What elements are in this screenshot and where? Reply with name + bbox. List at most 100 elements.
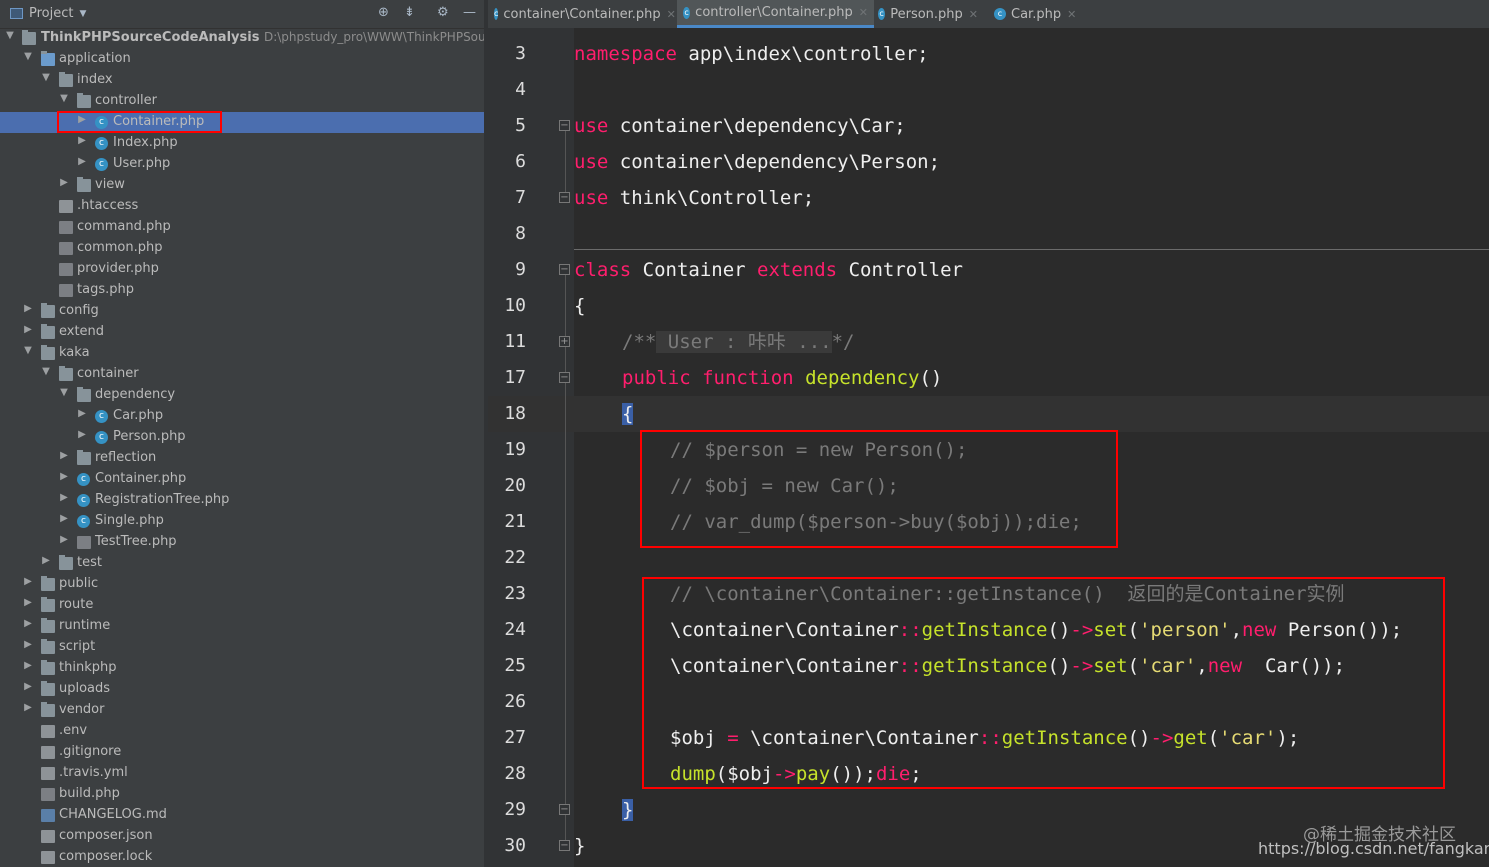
fold-marker-icon[interactable]: −: [559, 372, 570, 383]
tree-item-container[interactable]: ▼ container: [0, 364, 484, 385]
tree-item-controller[interactable]: ▼ controller: [0, 91, 484, 112]
tree-item-uploads[interactable]: ▶ uploads: [0, 679, 484, 700]
tree-item-provider-php[interactable]: provider.php: [0, 259, 484, 280]
tree-item-label: public: [59, 576, 99, 591]
php-class-icon: c: [77, 473, 90, 486]
tree-item-travis-yml[interactable]: .travis.yml: [0, 763, 484, 784]
expand-arrow-icon[interactable]: ▶: [40, 555, 52, 566]
tab-controller-container-php[interactable]: c controller\Container.php ✕: [677, 0, 874, 28]
tree-item-application[interactable]: ▼ application: [0, 49, 484, 70]
expand-arrow-icon[interactable]: ▶: [76, 135, 88, 146]
expand-arrow-icon[interactable]: ▼: [40, 366, 52, 377]
tree-item-htaccess[interactable]: .htaccess: [0, 196, 484, 217]
fold-marker-icon[interactable]: −: [559, 804, 570, 815]
expand-arrow-icon[interactable]: ▼: [40, 72, 52, 83]
tree-item-test[interactable]: ▶ test: [0, 553, 484, 574]
gear-icon[interactable]: ⚙: [437, 5, 449, 20]
expand-arrow-icon[interactable]: ▶: [22, 303, 34, 314]
tree-item-composer-lock[interactable]: composer.lock: [0, 847, 484, 867]
expand-arrow-icon[interactable]: ▼: [58, 93, 70, 104]
tree-item-tags-php[interactable]: tags.php: [0, 280, 484, 301]
tree-item-command-php[interactable]: command.php: [0, 217, 484, 238]
chevron-down-icon: ▼: [79, 8, 87, 19]
tree-item-label: test: [77, 555, 102, 570]
expand-arrow-icon[interactable]: ▶: [58, 177, 70, 188]
tree-item-script[interactable]: ▶ script: [0, 637, 484, 658]
close-icon[interactable]: ✕: [859, 6, 868, 19]
project-panel-header: Project ▼ ⊕ ⇟ ⚙ —: [0, 0, 484, 29]
tab-car-php[interactable]: c Car.php ✕: [988, 0, 1088, 28]
tree-item-extend[interactable]: ▶ extend: [0, 322, 484, 343]
tree-item-runtime[interactable]: ▶ runtime: [0, 616, 484, 637]
close-icon[interactable]: ✕: [1067, 8, 1076, 21]
fold-marker-icon[interactable]: −: [559, 192, 570, 203]
tree-item-car-php[interactable]: ▶ c Car.php: [0, 406, 484, 427]
expand-arrow-icon[interactable]: ▼: [22, 345, 34, 356]
close-icon[interactable]: ✕: [667, 8, 676, 21]
tree-item-build-php[interactable]: build.php: [0, 784, 484, 805]
minimize-icon[interactable]: —: [463, 5, 476, 20]
expand-arrow-icon[interactable]: ▶: [22, 639, 34, 650]
expand-arrow-icon[interactable]: ▼: [58, 387, 70, 398]
expand-arrow-icon[interactable]: ▼: [22, 51, 34, 62]
tree-item-kaka[interactable]: ▼ kaka: [0, 343, 484, 364]
tree-item-index[interactable]: ▼ index: [0, 70, 484, 91]
tree-item-public[interactable]: ▶ public: [0, 574, 484, 595]
tree-item-route[interactable]: ▶ route: [0, 595, 484, 616]
expand-arrow-icon[interactable]: ▶: [58, 450, 70, 461]
tree-item-user-php[interactable]: ▶ c User.php: [0, 154, 484, 175]
expand-arrow-icon[interactable]: ▶: [76, 156, 88, 167]
collapse-all-icon[interactable]: ⇟: [404, 5, 415, 20]
expand-arrow-icon[interactable]: ▶: [22, 618, 34, 629]
fold-marker-icon[interactable]: −: [559, 264, 570, 275]
expand-arrow-icon[interactable]: ▶: [22, 324, 34, 335]
tree-item-dependency[interactable]: ▼ dependency: [0, 385, 484, 406]
tab-container-container-php[interactable]: c container\Container.php ✕: [488, 0, 676, 28]
expand-fold-icon[interactable]: +: [559, 336, 570, 347]
folder-icon: [41, 639, 55, 654]
tree-item-thinkphp[interactable]: ▶ thinkphp: [0, 658, 484, 679]
code-line-11-folded-comment[interactable]: /** User : 咔咔 ...*/: [622, 324, 855, 360]
tree-item-single-php[interactable]: ▶ c Single.php: [0, 511, 484, 532]
tree-item-common-php[interactable]: common.php: [0, 238, 484, 259]
tree-item-kaka-container-php[interactable]: ▶ c Container.php: [0, 469, 484, 490]
expand-arrow-icon[interactable]: ▶: [58, 471, 70, 482]
folder-icon: [77, 93, 91, 108]
expand-arrow-icon[interactable]: ▶: [22, 702, 34, 713]
close-icon[interactable]: ✕: [969, 8, 978, 21]
tree-item-index-php[interactable]: ▶ c Index.php: [0, 133, 484, 154]
tree-item-composer-json[interactable]: composer.json: [0, 826, 484, 847]
fold-marker-icon[interactable]: −: [559, 840, 570, 851]
locate-icon[interactable]: ⊕: [378, 5, 389, 20]
tree-item-vendor[interactable]: ▶ vendor: [0, 700, 484, 721]
tree-item-reflection[interactable]: ▶ reflection: [0, 448, 484, 469]
folder-icon: [59, 366, 73, 381]
expand-arrow-icon[interactable]: ▶: [58, 492, 70, 503]
tree-item-label: application: [59, 51, 131, 66]
code-line-6: use container\dependency\Person;: [574, 151, 941, 173]
project-view-selector[interactable]: Project ▼: [10, 6, 86, 21]
expand-arrow-icon[interactable]: ▶: [22, 660, 34, 671]
tree-item-registrationtree-php[interactable]: ▶ c RegistrationTree.php: [0, 490, 484, 511]
tree-item-changelog-md[interactable]: CHANGELOG.md: [0, 805, 484, 826]
tree-item-root[interactable]: ▼ ThinkPHPSourceCodeAnalysis D:\phpstudy…: [0, 28, 484, 49]
expand-arrow-icon[interactable]: ▶: [22, 597, 34, 608]
expand-arrow-icon[interactable]: ▶: [76, 429, 88, 440]
tab-person-php[interactable]: c Person.php ✕: [872, 0, 984, 28]
expand-arrow-icon[interactable]: ▶: [58, 513, 70, 524]
tree-item-env[interactable]: .env: [0, 721, 484, 742]
expand-arrow-icon[interactable]: ▶: [22, 576, 34, 587]
expand-arrow-icon[interactable]: ▼: [4, 30, 16, 41]
fold-marker-icon[interactable]: −: [559, 120, 570, 131]
expand-arrow-icon[interactable]: ▶: [22, 681, 34, 692]
tree-item-gitignore[interactable]: .gitignore: [0, 742, 484, 763]
tree-item-config[interactable]: ▶ config: [0, 301, 484, 322]
line-number: 17: [504, 367, 526, 388]
tree-item-testtree-php[interactable]: ▶ TestTree.php: [0, 532, 484, 553]
tree-item-view[interactable]: ▶ view: [0, 175, 484, 196]
expand-arrow-icon[interactable]: ▶: [76, 408, 88, 419]
expand-arrow-icon[interactable]: ▶: [58, 534, 70, 545]
markdown-file-icon: [41, 809, 55, 822]
tree-item-person-php[interactable]: ▶ c Person.php: [0, 427, 484, 448]
line-number: 30: [504, 835, 526, 856]
